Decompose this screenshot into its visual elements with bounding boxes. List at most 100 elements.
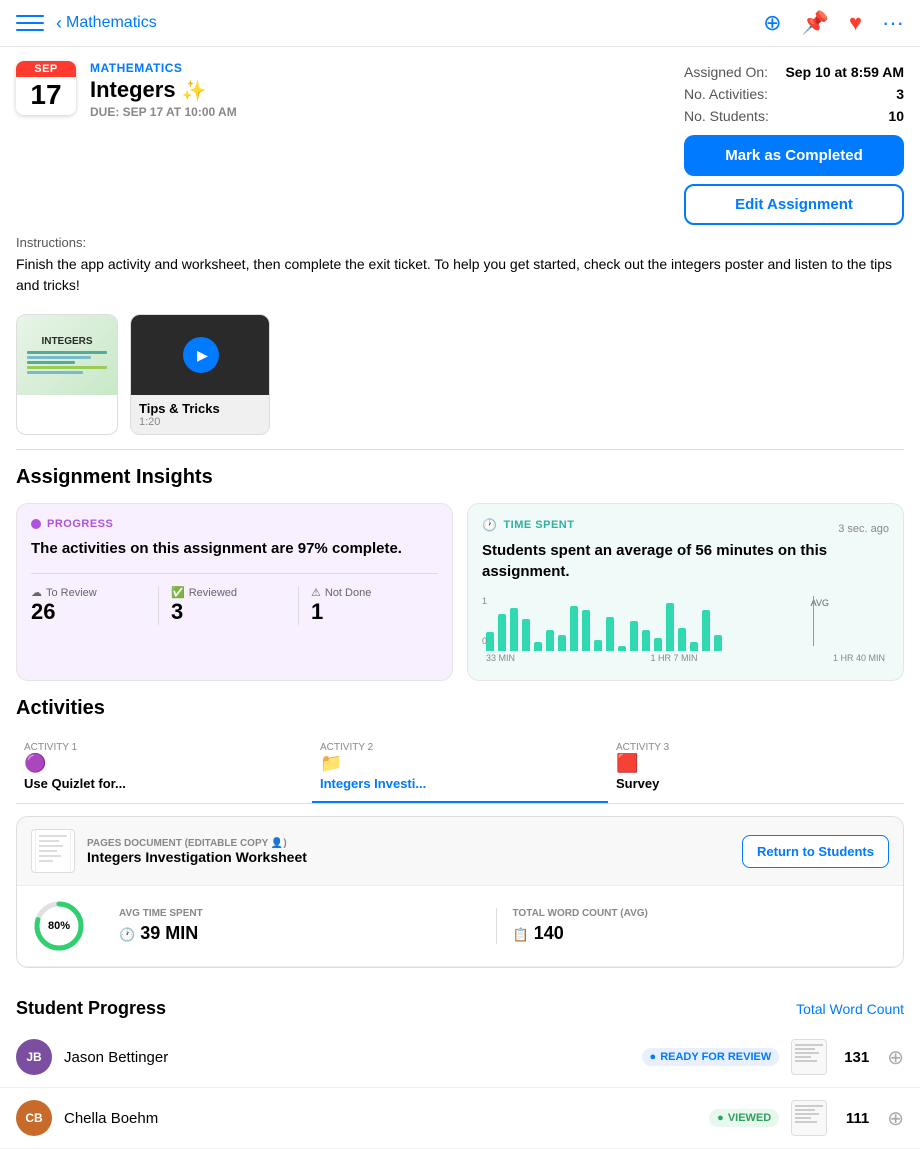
- student-row-2: CB Chella Boehm ● VIEWED 111 ⊕: [0, 1088, 920, 1149]
- doc-type: PAGES DOCUMENT (EDITABLE COPY 👤): [87, 838, 730, 849]
- student-more-cb[interactable]: ⊕: [887, 1106, 904, 1131]
- activity-stats: 80% AVG TIME SPENT 🕐 39 MIN TOTAL WORD C…: [17, 886, 903, 967]
- chart-bar: [534, 642, 542, 651]
- doc-thumbnail: [31, 829, 75, 873]
- attachments-section: INTEGERS ▶ Tips & Tricks 1:20: [0, 306, 920, 449]
- activity-tab-3[interactable]: ACTIVITY 3 🟥 Survey: [608, 732, 904, 803]
- student-avatar-cb: CB: [16, 1100, 52, 1136]
- student-name-cb: Chella Boehm: [64, 1110, 697, 1127]
- student-more-jb[interactable]: ⊕: [887, 1045, 904, 1070]
- avg-time-label: AVG TIME SPENT: [119, 908, 480, 919]
- more-icon[interactable]: ···: [882, 10, 904, 36]
- tab-2-title: Integers Investi...: [320, 776, 426, 791]
- chart-label-2: 1 HR 40 MIN: [833, 653, 885, 663]
- ring-label: 80%: [48, 920, 70, 932]
- tab-2-icon: 📁: [320, 753, 342, 774]
- video-label: Tips & Tricks 1:20: [131, 395, 269, 434]
- assigned-on-label: Assigned On:: [684, 64, 768, 80]
- subject-label: MATHEMATICS: [90, 61, 664, 75]
- insights-section: Assignment Insights PROGRESS The activit…: [0, 450, 920, 697]
- tab-1-title: Use Quizlet for...: [24, 776, 126, 791]
- chart-bar: [618, 646, 626, 651]
- poster-lines: [27, 351, 107, 374]
- progress-stats-row: ☁ To Review 26 ✅ Reviewed 3 ⚠ Not Done: [31, 573, 438, 625]
- student-status-jb: ● READY FOR REVIEW: [642, 1048, 780, 1066]
- reviewed-value: 3: [171, 599, 286, 625]
- poster-title: INTEGERS: [41, 336, 92, 347]
- progress-card: PROGRESS The activities on this assignme…: [16, 503, 453, 681]
- chart-bar: [498, 614, 506, 651]
- chart-bar: [654, 638, 662, 651]
- avatar-initials-jb: JB: [26, 1050, 41, 1064]
- stat-not-done: ⚠ Not Done 1: [298, 586, 438, 625]
- insights-heading: Assignment Insights: [16, 466, 904, 489]
- status-dot-jb: ●: [650, 1051, 657, 1063]
- chart-bar: [522, 619, 530, 651]
- pin-icon[interactable]: 📌: [802, 10, 829, 36]
- header-actions: ⊕ 📌 ♥ ···: [763, 10, 904, 36]
- copy-icon[interactable]: ⊕: [763, 10, 781, 36]
- progress-text: The activities on this assignment are 97…: [31, 538, 438, 559]
- progress-badge: PROGRESS: [31, 518, 438, 530]
- instructions-text: Finish the app activity and worksheet, t…: [16, 254, 904, 296]
- return-to-students-button[interactable]: Return to Students: [742, 835, 889, 868]
- sidebar-toggle[interactable]: [16, 12, 44, 34]
- left-info: SEP 17 MATHEMATICS Integers ✨ DUE: SEP 1…: [16, 61, 664, 225]
- tab-3-title: Survey: [616, 776, 659, 791]
- activities-value: 3: [896, 86, 904, 102]
- chart-bar: [594, 640, 602, 651]
- avg-line: [813, 596, 814, 646]
- time-ago: 3 sec. ago: [838, 523, 889, 535]
- student-thumb-cb: [791, 1100, 827, 1136]
- edit-assignment-button[interactable]: Edit Assignment: [684, 184, 904, 225]
- chart-bar: [546, 630, 554, 651]
- activities-heading: Activities: [16, 697, 904, 720]
- time-card: 🕐 TIME SPENT 3 sec. ago Students spent a…: [467, 503, 904, 681]
- video-attachment[interactable]: ▶ Tips & Tricks 1:20: [130, 314, 270, 435]
- poster-thumb: INTEGERS: [17, 315, 117, 395]
- meta-table: Assigned On: Sep 10 at 8:59 AM No. Activ…: [684, 61, 904, 127]
- chart-bar: [702, 610, 710, 651]
- insights-cards: PROGRESS The activities on this assignme…: [16, 503, 904, 681]
- chart-labels: 33 MIN 1 HR 7 MIN 1 HR 40 MIN: [482, 651, 889, 663]
- instructions-label: Instructions:: [16, 235, 904, 250]
- activity-tab-2[interactable]: ACTIVITY 2 📁 Integers Investi...: [312, 732, 608, 803]
- chart-label-1: 1 HR 7 MIN: [650, 653, 697, 663]
- mark-completed-button[interactable]: Mark as Completed: [684, 135, 904, 176]
- y-label-0: 0: [482, 636, 487, 646]
- progress-ring: 80%: [31, 898, 87, 954]
- word-count-block: TOTAL WORD COUNT (AVG) 📋 140: [497, 908, 890, 944]
- not-done-value: 1: [311, 599, 426, 625]
- time-badge: 🕐 TIME SPENT: [482, 518, 574, 532]
- student-status-cb: ● VIEWED: [709, 1109, 779, 1127]
- progress-badge-label: PROGRESS: [47, 518, 113, 530]
- chart-bar: [690, 642, 698, 651]
- reviewed-label: ✅ Reviewed: [171, 586, 286, 599]
- avg-time-value: 🕐 39 MIN: [119, 923, 480, 944]
- chart-bar: [714, 635, 722, 651]
- back-button[interactable]: ‹ Mathematics: [56, 13, 157, 34]
- top-section: SEP 17 MATHEMATICS Integers ✨ DUE: SEP 1…: [0, 47, 920, 235]
- chart-bar: [666, 603, 674, 651]
- total-word-count-link[interactable]: Total Word Count: [796, 1001, 904, 1017]
- play-icon: ▶: [183, 337, 219, 373]
- poster-attachment[interactable]: INTEGERS: [16, 314, 118, 435]
- doc-info: PAGES DOCUMENT (EDITABLE COPY 👤) Integer…: [87, 838, 730, 865]
- tab-1-num: ACTIVITY 1: [24, 742, 77, 753]
- activity-tab-1[interactable]: ACTIVITY 1 🟣 Use Quizlet for...: [16, 732, 312, 803]
- activities-label: No. Activities:: [684, 86, 768, 102]
- avg-time-block: AVG TIME SPENT 🕐 39 MIN: [103, 908, 497, 944]
- heart-icon[interactable]: ♥: [849, 10, 862, 36]
- time-badge-label: TIME SPENT: [503, 519, 574, 531]
- assigned-on-row: Assigned On: Sep 10 at 8:59 AM: [684, 61, 904, 83]
- sparkle-icon: ✨: [182, 78, 207, 103]
- time-text: Students spent an average of 56 minutes …: [482, 540, 889, 582]
- word-count-icon: 📋: [513, 927, 529, 942]
- assigned-on-value: Sep 10 at 8:59 AM: [785, 64, 904, 80]
- student-row-1: JB Jason Bettinger ● READY FOR REVIEW 13…: [0, 1027, 920, 1088]
- student-word-count-jb: 131: [839, 1049, 869, 1066]
- review-icon: ☁: [31, 586, 42, 599]
- assignment-info: MATHEMATICS Integers ✨ DUE: SEP 17 AT 10…: [90, 61, 664, 119]
- to-review-value: 26: [31, 599, 146, 625]
- video-title: Tips & Tricks: [139, 401, 261, 416]
